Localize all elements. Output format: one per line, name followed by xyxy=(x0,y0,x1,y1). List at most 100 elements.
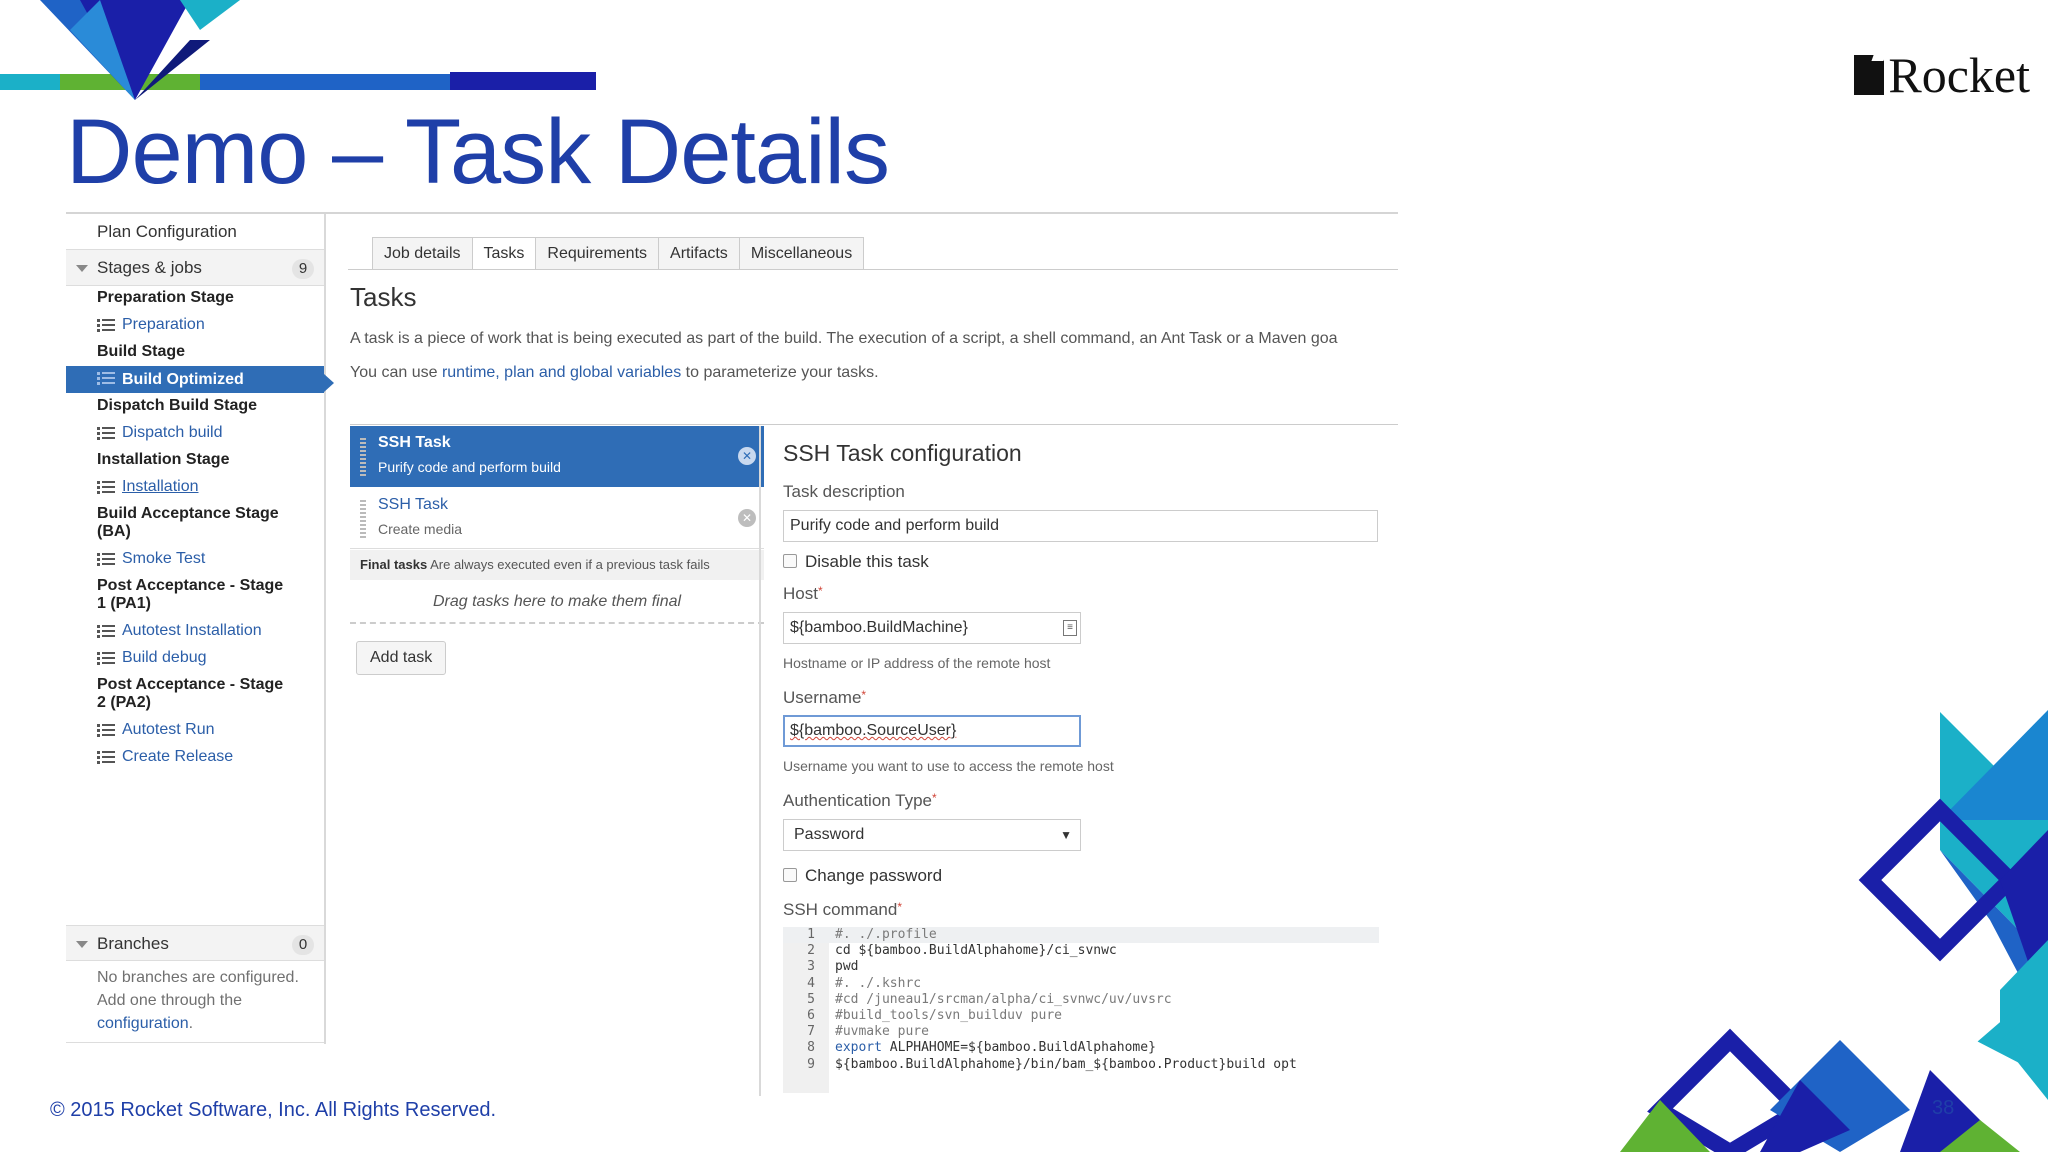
sidebar-job[interactable]: Smoke Test xyxy=(66,547,324,571)
line-number: 9 xyxy=(807,1056,815,1072)
job-list-icon xyxy=(97,553,115,566)
sidebar-item-label: Preparation xyxy=(122,316,205,333)
sidebar-job[interactable]: Build debug xyxy=(66,646,324,670)
sidebar-item-label: Autotest Installation xyxy=(122,622,262,639)
tab-tasks[interactable]: Tasks xyxy=(471,237,537,270)
sidebar-item-label: Build Stage xyxy=(97,343,186,360)
job-list-icon xyxy=(97,372,115,385)
code-line: 9 ${bamboo.BuildAlphahome}/bin/bam_${bamb… xyxy=(783,1057,1297,1073)
username-help: Username you want to use to access the r… xyxy=(783,758,1114,774)
plan-sidebar: Plan Configuration Stages & jobs 9 Prepa… xyxy=(66,214,334,1044)
sidebar-stage[interactable]: Build Stage xyxy=(66,340,324,364)
task-item-selected[interactable]: SSH Task Purify code and perform build ✕ xyxy=(350,426,764,487)
username-input[interactable]: ${bamboo.SourceUser} xyxy=(783,715,1081,747)
remove-task-icon[interactable]: ✕ xyxy=(738,509,756,527)
configuration-link[interactable]: configuration xyxy=(97,1015,189,1032)
branches-note: No branches are configured. Add one thro… xyxy=(97,969,299,1032)
variable-picker-icon[interactable]: ≡ xyxy=(1063,620,1077,636)
final-tasks-dropzone[interactable]: Drag tasks here to make them final xyxy=(350,580,764,624)
sidebar-item-label: Smoke Test xyxy=(122,550,206,567)
tab-requirements[interactable]: Requirements xyxy=(535,237,660,270)
sidebar-job[interactable]: Autotest Installation xyxy=(66,619,324,643)
task-description-input[interactable]: Purify code and perform build xyxy=(783,510,1378,542)
sidebar-plan-configuration[interactable]: Plan Configuration xyxy=(66,214,324,250)
code-text: #. ./.profile xyxy=(835,927,937,942)
ssh-command-label: SSH command* xyxy=(783,900,902,919)
rocket-logo-icon xyxy=(1854,55,1885,95)
code-line: 2 cd ${bamboo.BuildAlphahome}/ci_svnwc xyxy=(783,943,1117,959)
code-text: export ALPHAHOME=${bamboo.BuildAlphahome… xyxy=(835,1040,1156,1056)
bamboo-screenshot: Plan Configuration Stages & jobs 9 Prepa… xyxy=(66,212,1398,1096)
sidebar-stage[interactable]: 1 (PA1) xyxy=(66,592,324,616)
checkbox-icon[interactable] xyxy=(783,554,797,568)
task-description-label: Task description xyxy=(783,482,905,501)
sidebar-stage[interactable]: Installation Stage xyxy=(66,448,324,472)
sidebar-stage[interactable]: Dispatch Build Stage xyxy=(66,394,324,418)
bottom-right-decoration xyxy=(1620,710,2048,1152)
job-list-icon xyxy=(97,625,115,638)
job-list-icon xyxy=(97,652,115,665)
collapse-triangle-icon xyxy=(76,941,88,948)
line-number: 3 xyxy=(807,959,815,975)
copyright-footer: © 2015 Rocket Software, Inc. All Rights … xyxy=(50,1099,497,1121)
collapse-triangle-icon xyxy=(76,265,88,272)
sidebar-item-label: Autotest Run xyxy=(122,721,215,738)
host-help: Hostname or IP address of the remote hos… xyxy=(783,655,1051,671)
host-input[interactable]: ${bamboo.BuildMachine} ≡ xyxy=(783,612,1081,644)
line-number: 2 xyxy=(807,943,815,959)
tab-job-details[interactable]: Job details xyxy=(372,237,473,270)
sidebar-item-label: Installation Stage xyxy=(97,451,230,468)
ssh-command-editor[interactable]: 1 #. ./.profile 2 cd ${bamboo.BuildAlphahom… xyxy=(783,927,1379,1093)
final-tasks-bar: Final tasks Are always executed even if … xyxy=(350,550,764,580)
rocket-logo-text: Rocket xyxy=(1888,47,2030,103)
line-number: 4 xyxy=(807,975,815,991)
line-number: 5 xyxy=(807,991,815,1007)
disable-task-checkbox[interactable]: Disable this task xyxy=(783,552,929,572)
host-label: Host* xyxy=(783,584,823,603)
drag-handle-icon[interactable] xyxy=(360,438,366,476)
tab-artifacts[interactable]: Artifacts xyxy=(658,237,740,270)
code-text: #cd /juneau1/srcman/alpha/ci_svnwc/uv/uv… xyxy=(835,991,1172,1007)
task-item[interactable]: SSH Task Create media ✕ xyxy=(350,488,764,549)
sidebar-item-label: Preparation Stage xyxy=(97,289,234,306)
code-text: #uvmake pure xyxy=(835,1024,929,1040)
variables-link[interactable]: runtime, plan and global variables xyxy=(442,364,681,381)
sidebar-job[interactable]: Create Release xyxy=(66,745,324,769)
auth-type-label: Authentication Type* xyxy=(783,791,937,810)
code-text: cd ${bamboo.BuildAlphahome}/ci_svnwc xyxy=(835,943,1117,959)
sidebar-job[interactable]: Installation xyxy=(66,475,324,499)
sidebar-branches-header[interactable]: Branches 0 xyxy=(66,925,324,961)
variables-paragraph: You can use runtime, plan and global var… xyxy=(350,364,879,381)
line-number: 8 xyxy=(807,1040,815,1056)
sidebar-job[interactable]: Autotest Run xyxy=(66,718,324,742)
add-task-button[interactable]: Add task xyxy=(356,641,447,675)
job-list-icon xyxy=(97,427,115,440)
branches-count-badge: 0 xyxy=(292,935,314,955)
remove-task-icon[interactable]: ✕ xyxy=(738,447,756,465)
checkbox-icon[interactable] xyxy=(783,868,797,882)
sidebar-job[interactable]: Dispatch build xyxy=(66,421,324,445)
tab-miscellaneous[interactable]: Miscellaneous xyxy=(738,237,865,270)
branches-label: Branches xyxy=(97,934,169,953)
sidebar-job-active[interactable]: Build Optimized xyxy=(66,366,334,393)
tasks-description: A task is a piece of work that is being … xyxy=(350,330,1338,347)
job-list-icon xyxy=(97,319,115,332)
auth-type-select[interactable]: Password ▼ xyxy=(783,819,1081,851)
code-line: 1 #. ./.profile xyxy=(783,927,937,943)
dropdown-arrow-icon: ▼ xyxy=(1060,828,1072,842)
sidebar-stage[interactable]: (BA) xyxy=(66,520,324,544)
job-tabs: Job details Tasks Requirements Artifacts Mis… xyxy=(372,237,865,270)
line-number: 1 xyxy=(807,927,815,942)
stages-label: Stages & jobs xyxy=(97,258,202,277)
sidebar-stages-header[interactable]: Stages & jobs 9 xyxy=(66,250,324,286)
code-line: 8 export ALPHAHOME=${bamboo.BuildAlphahom… xyxy=(783,1040,1156,1056)
sidebar-item-label: Installation xyxy=(122,478,199,495)
drag-handle-icon[interactable] xyxy=(360,500,366,538)
sidebar-item-label: Dispatch build xyxy=(122,424,223,441)
sidebar-stage[interactable]: 2 (PA2) xyxy=(66,691,324,715)
code-text: #. ./.kshrc xyxy=(835,975,922,991)
change-password-checkbox[interactable]: Change password xyxy=(783,866,942,886)
sidebar-job[interactable]: Preparation xyxy=(66,313,324,337)
page-number: 38 xyxy=(1932,1097,1955,1119)
sidebar-stage[interactable]: Preparation Stage xyxy=(66,286,324,310)
